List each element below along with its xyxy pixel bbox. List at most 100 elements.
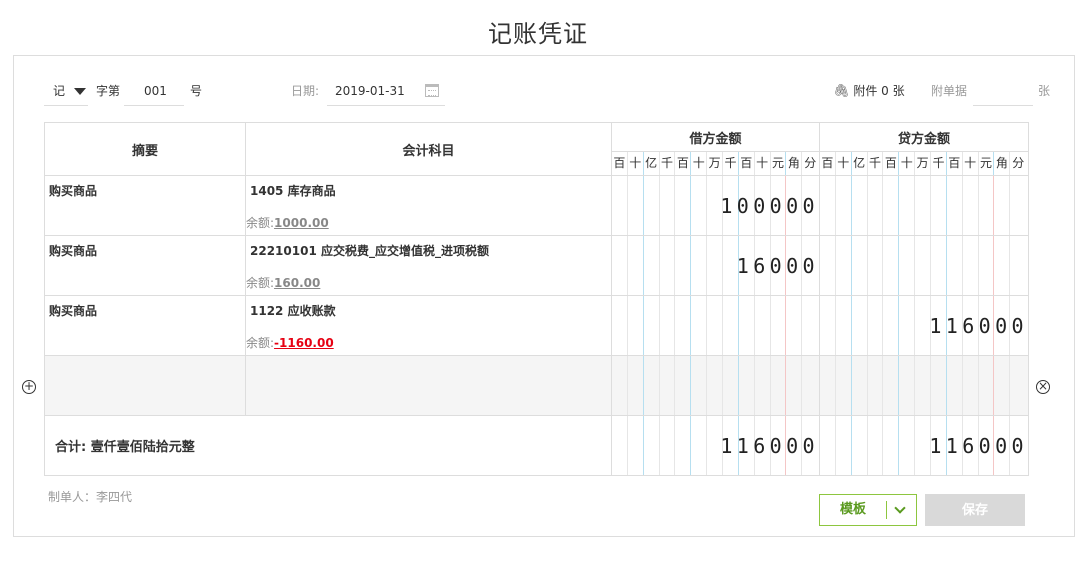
balance-info: 余额:160.00 [246, 274, 320, 291]
doc-label: 附单据 [931, 84, 968, 98]
table-row: 购买商品 1405 库存商品 余额:1000.00 100000 [44, 175, 1029, 236]
digit-column [675, 416, 692, 475]
digit-unit-label: 十 [963, 152, 979, 175]
digit-column [931, 176, 947, 235]
digit-column [994, 356, 1011, 415]
calendar-icon[interactable] [425, 84, 439, 97]
digit-column [1010, 176, 1026, 235]
digit-column [963, 356, 979, 415]
digit-column [612, 176, 628, 235]
total-debit-cell-value: 116000 [720, 434, 819, 458]
digit-column [628, 416, 644, 475]
digit-column [691, 236, 708, 295]
total-credit-cell[interactable]: 116000 [819, 415, 1029, 476]
digit-unit-label: 万 [707, 152, 724, 175]
maker-label: 制单人：李四代 [48, 490, 133, 504]
digit-column [852, 356, 868, 415]
digit-column [899, 416, 916, 475]
digit-column [947, 236, 963, 295]
credit-amount-cell[interactable] [819, 355, 1029, 416]
digit-unit-label: 百 [675, 152, 692, 175]
subject-cell[interactable]: 1405 库存商品 余额:1000.00 [245, 175, 612, 236]
add-row-icon[interactable]: + [22, 380, 36, 394]
credit-amount-cell[interactable] [819, 175, 1029, 236]
digit-column [836, 296, 852, 355]
digit-column [852, 236, 868, 295]
table-row: 购买商品 1122 应收账款 余额:-1160.00 116000 [44, 295, 1029, 356]
digit-column [612, 296, 628, 355]
balance-amount[interactable]: 160.00 [274, 276, 320, 290]
debit-amount-cell[interactable]: 100000 [611, 175, 820, 236]
digit-unit-label: 千 [931, 152, 947, 175]
digit-column [899, 356, 916, 415]
digit-column [628, 176, 644, 235]
summary-cell[interactable] [44, 355, 246, 416]
digit-unit-label: 百 [739, 152, 755, 175]
table-row: 购买商品 22210101 应交税费_应交增值税_进项税额 余额:160.00 16… [44, 235, 1029, 296]
digit-column [979, 356, 995, 415]
subject-cell[interactable] [245, 355, 612, 416]
digit-column [836, 356, 852, 415]
digit-column [883, 296, 900, 355]
digit-column [660, 176, 676, 235]
balance-amount[interactable]: -1160.00 [274, 336, 334, 350]
total-credit-cell-value: 116000 [929, 434, 1028, 458]
subject-cell[interactable]: 22210101 应交税费_应交增值税_进项税额 余额:160.00 [245, 235, 612, 296]
chevron-down-icon [74, 88, 86, 95]
voucher-number-input[interactable]: 001 [124, 78, 184, 106]
subject-cell[interactable]: 1122 应收账款 余额:-1160.00 [245, 295, 612, 356]
col-debit-header: 借方金额 [611, 122, 820, 152]
digit-column [947, 356, 963, 415]
total-in-words: 壹仟壹佰陆拾元整 [90, 440, 195, 455]
digit-column [852, 416, 868, 475]
debit-amount-cell[interactable]: 16000 [611, 235, 820, 296]
subject-name: 1122 应收账款 [250, 304, 336, 318]
attachment-link[interactable]: 🖇 附件 0 张 [833, 78, 905, 105]
digit-column [660, 416, 676, 475]
digit-unit-label: 千 [723, 152, 739, 175]
digit-column [836, 416, 852, 475]
credit-amount-cell-value: 116000 [929, 314, 1028, 338]
voucher-header: 记 字第 001 号 日期: 2019-01-31 🖇 附件 0 张 附单据 张 [0, 78, 1076, 106]
digit-column [836, 236, 852, 295]
total-label-cell: 合计: 壹仟壹佰陆拾元整 [44, 415, 612, 476]
digit-unit-label: 十 [755, 152, 771, 175]
chevron-down-icon[interactable] [894, 502, 906, 514]
credit-amount-cell[interactable]: 116000 [819, 295, 1029, 356]
voucher-type-select[interactable]: 记 [44, 78, 88, 106]
balance-info: 余额:1000.00 [246, 214, 329, 231]
digit-column [644, 236, 660, 295]
voucher-type-value: 记 [53, 84, 66, 98]
digit-column [691, 296, 708, 355]
date-input[interactable]: 2019-01-31 [327, 78, 445, 106]
subject-name: 22210101 应交税费_应交增值税_进项税额 [250, 244, 489, 258]
paperclip-icon: 🖇 [833, 84, 850, 99]
digit-column [979, 236, 995, 295]
debit-amount-cell[interactable] [611, 355, 820, 416]
debit-amount-cell[interactable] [611, 295, 820, 356]
digit-column [802, 296, 818, 355]
credit-amount-cell[interactable] [819, 235, 1029, 296]
digit-unit-label: 十 [899, 152, 916, 175]
digit-column [786, 296, 803, 355]
summary-cell[interactable]: 购买商品 [44, 235, 246, 296]
digit-column [883, 356, 900, 415]
credit-digit-units: 百十亿千百十万千百十元角分 [819, 151, 1029, 176]
col-subject-header: 会计科目 [245, 122, 612, 176]
summary-cell[interactable]: 购买商品 [44, 295, 246, 356]
digit-column [612, 416, 628, 475]
digit-column [628, 236, 644, 295]
balance-amount[interactable]: 1000.00 [274, 216, 329, 230]
digit-column [675, 176, 692, 235]
save-button[interactable]: 保存 [925, 494, 1025, 526]
template-button[interactable]: 模板 [819, 494, 917, 526]
delete-row-icon[interactable]: × [1036, 380, 1050, 394]
doc-count-input[interactable] [973, 78, 1033, 106]
digit-column [963, 176, 979, 235]
summary-cell[interactable]: 购买商品 [44, 175, 246, 236]
digit-column [1010, 236, 1026, 295]
digit-column [915, 356, 932, 415]
digit-column [707, 236, 724, 295]
total-debit-cell[interactable]: 116000 [611, 415, 820, 476]
digit-unit-label: 亿 [644, 152, 660, 175]
